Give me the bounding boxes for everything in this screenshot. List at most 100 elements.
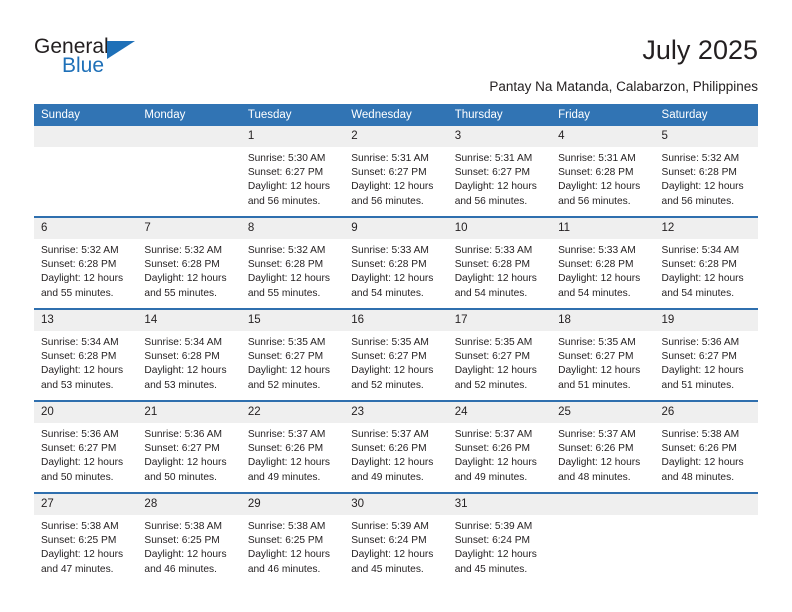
sunrise-text: Sunrise: 5:34 AM xyxy=(144,337,223,348)
daylight-text-line1: Daylight: 12 hours xyxy=(247,181,330,193)
calendar-day-cell[interactable]: 29 Sunrise: 5:38 AM Sunset: 6:25 PM Dayligh… xyxy=(240,492,345,584)
day-sun-info: Sunrise: 5:37 AM Sunset: 6:26 PM Daylight:… xyxy=(448,423,551,485)
day-number: 13 xyxy=(34,310,138,331)
calendar-day-cell[interactable]: 8 Sunrise: 5:32 AM Sunset: 6:28 PM Daylight… xyxy=(240,216,345,309)
daylight-text-line2: and 52 minutes. xyxy=(454,379,528,391)
sunset-text: Sunset: 6:28 PM xyxy=(247,259,324,271)
day-number xyxy=(654,494,758,515)
day-number xyxy=(34,126,138,147)
daylight-text-line2: and 50 minutes. xyxy=(144,471,217,483)
daylight-text-line1: Daylight: 12 hours xyxy=(247,365,330,377)
calendar-day-cell[interactable]: 7 Sunrise: 5:32 AM Sunset: 6:28 PM Daylight… xyxy=(137,216,241,309)
weekday-header-sunday: Sunday xyxy=(34,104,138,126)
day-number: 1 xyxy=(240,126,345,147)
daylight-text-line2: and 45 minutes. xyxy=(454,563,528,575)
sunrise-text: Sunrise: 5:32 AM xyxy=(661,153,740,164)
calendar-day-cell[interactable]: 10 Sunrise: 5:33 AM Sunset: 6:28 PM Dayligh… xyxy=(447,216,552,309)
logo-text-blue: Blue xyxy=(62,54,105,77)
calendar-day-cell[interactable]: 23 Sunrise: 5:37 AM Sunset: 6:26 PM Dayligh… xyxy=(344,400,448,493)
calendar-week-row: 1 Sunrise: 5:30 AM Sunset: 6:27 PM Daylight… xyxy=(34,126,758,217)
day-number: 16 xyxy=(344,310,448,331)
calendar-day-cell[interactable]: 19 Sunrise: 5:36 AM Sunset: 6:27 PM Dayligh… xyxy=(654,308,758,401)
calendar-page: General Blue July 2025 Pantay Na Matanda… xyxy=(0,0,792,612)
day-sun-info: Sunrise: 5:37 AM Sunset: 6:26 PM Daylight:… xyxy=(241,423,344,485)
day-number: 18 xyxy=(551,310,655,331)
sunset-text: Sunset: 6:26 PM xyxy=(558,443,634,455)
sunset-text: Sunset: 6:24 PM xyxy=(454,535,531,547)
calendar-day-cell[interactable]: 26 Sunrise: 5:38 AM Sunset: 6:26 PM Dayligh… xyxy=(654,400,758,493)
calendar-day-cell[interactable]: 12 Sunrise: 5:34 AM Sunset: 6:28 PM Dayligh… xyxy=(654,216,758,309)
sunset-text: Sunset: 6:28 PM xyxy=(558,167,634,179)
calendar-day-cell[interactable]: 30 Sunrise: 5:39 AM Sunset: 6:24 PM Dayligh… xyxy=(344,492,448,584)
day-number: 10 xyxy=(447,218,552,239)
sunrise-text: Sunrise: 5:36 AM xyxy=(41,429,119,440)
weekday-header-tuesday: Tuesday xyxy=(240,104,345,126)
calendar-day-cell[interactable]: 4 Sunrise: 5:31 AM Sunset: 6:28 PM Daylight… xyxy=(551,126,655,217)
calendar-day-cell[interactable]: 15 Sunrise: 5:35 AM Sunset: 6:27 PM Dayligh… xyxy=(240,308,345,401)
calendar-day-cell[interactable]: 20 Sunrise: 5:36 AM Sunset: 6:27 PM Dayligh… xyxy=(34,400,138,493)
daylight-text-line2: and 55 minutes. xyxy=(41,287,114,299)
sunset-text: Sunset: 6:27 PM xyxy=(454,351,531,363)
day-number: 30 xyxy=(344,494,448,515)
day-number: 23 xyxy=(344,402,448,423)
daylight-text-line1: Daylight: 12 hours xyxy=(661,181,744,193)
day-sun-info: Sunrise: 5:36 AM Sunset: 6:27 PM Daylight:… xyxy=(137,423,240,485)
calendar-day-cell[interactable]: 28 Sunrise: 5:38 AM Sunset: 6:25 PM Dayligh… xyxy=(137,492,241,584)
daylight-text-line2: and 54 minutes. xyxy=(351,287,424,299)
sunset-text: Sunset: 6:27 PM xyxy=(454,167,531,179)
calendar-week-row: 27 Sunrise: 5:38 AM Sunset: 6:25 PM Dayligh… xyxy=(34,492,758,584)
calendar-day-cell[interactable]: 1 Sunrise: 5:30 AM Sunset: 6:27 PM Daylight… xyxy=(240,126,345,217)
sunset-text: Sunset: 6:28 PM xyxy=(454,259,531,271)
day-sun-info: Sunrise: 5:31 AM Sunset: 6:28 PM Daylight:… xyxy=(551,147,654,209)
day-sun-info: Sunrise: 5:31 AM Sunset: 6:27 PM Daylight:… xyxy=(344,147,447,209)
calendar-day-cell[interactable]: 27 Sunrise: 5:38 AM Sunset: 6:25 PM Dayligh… xyxy=(34,492,138,584)
daylight-text-line1: Daylight: 12 hours xyxy=(558,365,641,377)
daylight-text-line2: and 56 minutes. xyxy=(351,195,424,207)
sunrise-text: Sunrise: 5:32 AM xyxy=(41,245,119,256)
daylight-text-line1: Daylight: 12 hours xyxy=(41,457,124,469)
daylight-text-line2: and 53 minutes. xyxy=(144,379,217,391)
calendar-day-cell[interactable]: 11 Sunrise: 5:33 AM Sunset: 6:28 PM Dayligh… xyxy=(551,216,655,309)
calendar-day-cell[interactable]: 13 Sunrise: 5:34 AM Sunset: 6:28 PM Dayligh… xyxy=(34,308,138,401)
daylight-text-line1: Daylight: 12 hours xyxy=(41,273,124,285)
general-blue-logo[interactable]: General Blue xyxy=(34,36,214,82)
daylight-text-line1: Daylight: 12 hours xyxy=(351,273,434,285)
calendar-day-cell[interactable]: 17 Sunrise: 5:35 AM Sunset: 6:27 PM Dayligh… xyxy=(447,308,552,401)
daylight-text-line2: and 54 minutes. xyxy=(661,287,735,299)
daylight-text-line2: and 49 minutes. xyxy=(351,471,424,483)
day-number: 3 xyxy=(447,126,552,147)
calendar-day-cell[interactable]: 24 Sunrise: 5:37 AM Sunset: 6:26 PM Dayligh… xyxy=(447,400,552,493)
calendar-day-cell[interactable]: 18 Sunrise: 5:35 AM Sunset: 6:27 PM Dayligh… xyxy=(551,308,655,401)
calendar-day-cell[interactable]: 31 Sunrise: 5:39 AM Sunset: 6:24 PM Dayligh… xyxy=(447,492,552,584)
day-number: 9 xyxy=(344,218,448,239)
daylight-text-line1: Daylight: 12 hours xyxy=(247,457,330,469)
day-sun-info: Sunrise: 5:37 AM Sunset: 6:26 PM Daylight:… xyxy=(551,423,654,485)
sunrise-text: Sunrise: 5:31 AM xyxy=(454,153,533,164)
sunset-text: Sunset: 6:27 PM xyxy=(661,351,737,363)
sunrise-text: Sunrise: 5:35 AM xyxy=(247,337,326,348)
calendar-day-cell[interactable]: 22 Sunrise: 5:37 AM Sunset: 6:26 PM Dayligh… xyxy=(240,400,345,493)
calendar-day-cell[interactable]: 9 Sunrise: 5:33 AM Sunset: 6:28 PM Daylight… xyxy=(344,216,448,309)
daylight-text-line1: Daylight: 12 hours xyxy=(454,273,537,285)
day-sun-info: Sunrise: 5:35 AM Sunset: 6:27 PM Daylight:… xyxy=(344,331,447,393)
sunset-text: Sunset: 6:28 PM xyxy=(661,167,737,179)
calendar-day-cell[interactable]: 6 Sunrise: 5:32 AM Sunset: 6:28 PM Daylight… xyxy=(34,216,138,309)
calendar-day-cell[interactable]: 25 Sunrise: 5:37 AM Sunset: 6:26 PM Dayligh… xyxy=(551,400,655,493)
sunset-text: Sunset: 6:26 PM xyxy=(454,443,531,455)
calendar-day-cell[interactable]: 21 Sunrise: 5:36 AM Sunset: 6:27 PM Dayligh… xyxy=(137,400,241,493)
day-number: 4 xyxy=(551,126,655,147)
calendar-day-cell[interactable]: 5 Sunrise: 5:32 AM Sunset: 6:28 PM Daylight… xyxy=(654,126,758,217)
sunset-text: Sunset: 6:26 PM xyxy=(247,443,324,455)
calendar-day-cell[interactable]: 14 Sunrise: 5:34 AM Sunset: 6:28 PM Dayligh… xyxy=(137,308,241,401)
calendar-day-cell[interactable]: 3 Sunrise: 5:31 AM Sunset: 6:27 PM Daylight… xyxy=(447,126,552,217)
day-sun-info: Sunrise: 5:32 AM Sunset: 6:28 PM Daylight:… xyxy=(137,239,240,301)
triangle-icon xyxy=(107,41,135,59)
daylight-text-line2: and 56 minutes. xyxy=(558,195,631,207)
calendar-day-cell[interactable]: 2 Sunrise: 5:31 AM Sunset: 6:27 PM Daylight… xyxy=(344,126,448,217)
daylight-text-line1: Daylight: 12 hours xyxy=(661,457,744,469)
sunset-text: Sunset: 6:27 PM xyxy=(144,443,220,455)
daylight-text-line2: and 56 minutes. xyxy=(454,195,528,207)
day-number: 15 xyxy=(240,310,345,331)
daylight-text-line1: Daylight: 12 hours xyxy=(351,365,434,377)
calendar-day-cell[interactable]: 16 Sunrise: 5:35 AM Sunset: 6:27 PM Dayligh… xyxy=(344,308,448,401)
